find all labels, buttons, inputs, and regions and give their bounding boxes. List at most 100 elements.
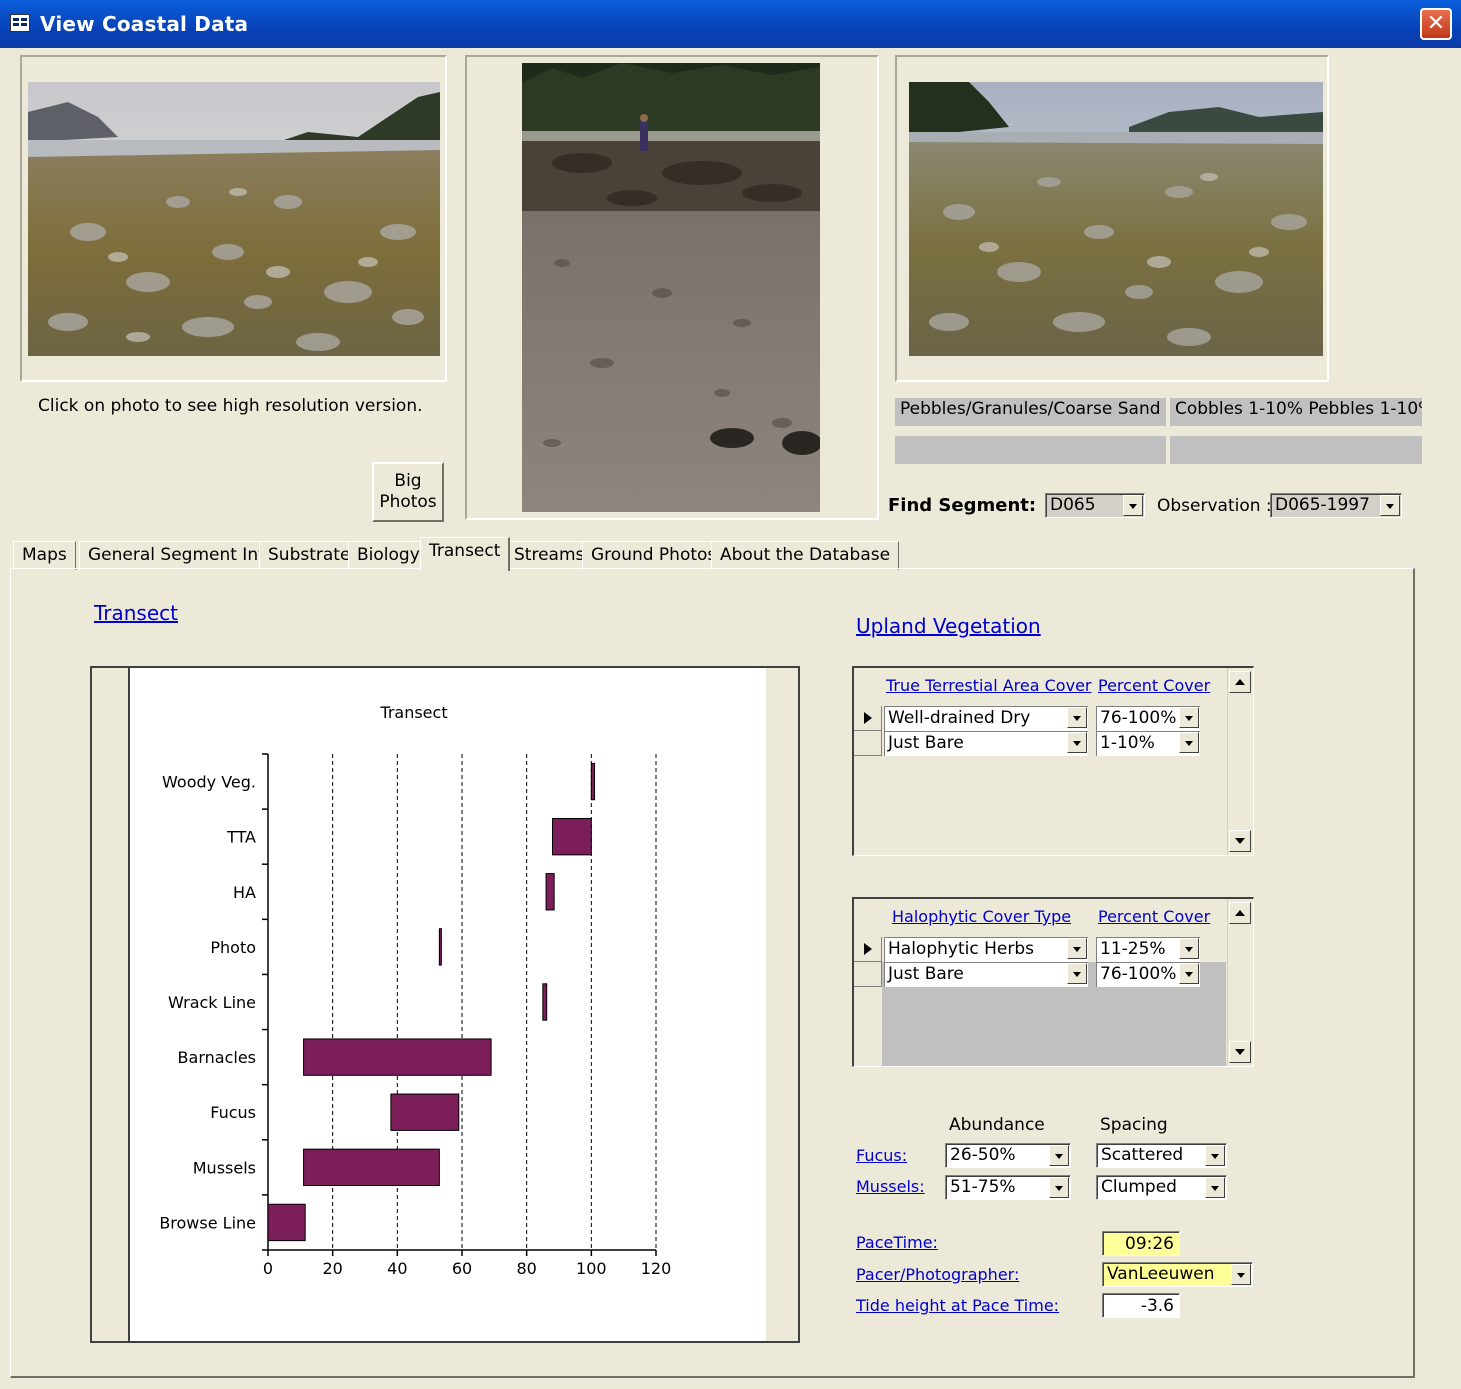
pacetime-field[interactable]: 09:26	[1102, 1231, 1180, 1256]
title-bar[interactable]: View Coastal Data ✕	[0, 0, 1461, 48]
chevron-down-icon[interactable]	[1179, 963, 1199, 984]
transect-bar	[267, 1203, 306, 1242]
photo-frame-center	[465, 55, 879, 520]
tab-ground-photos[interactable]: Ground Photos	[582, 541, 726, 570]
chevron-down-icon[interactable]	[1179, 707, 1199, 728]
chevron-down-icon[interactable]	[1067, 707, 1087, 728]
close-button[interactable]: ✕	[1420, 8, 1452, 40]
terrestrial-cover-subform: True Terrestial Area Cover Percent Cover…	[852, 666, 1254, 856]
transect-bar	[303, 1038, 492, 1076]
record-selector[interactable]	[854, 731, 882, 756]
terrestrial-scrollbar[interactable]	[1227, 668, 1253, 855]
terrestrial-type-dropdown[interactable]	[1060, 706, 1088, 731]
halophytic-type-field[interactable]: Halophytic Herbs	[884, 937, 1088, 962]
beach-photo-center[interactable]	[522, 63, 820, 512]
chevron-down-icon[interactable]	[1123, 495, 1143, 516]
abundance-header: Abundance	[949, 1115, 1045, 1135]
halophytic-pct-header[interactable]: Percent Cover	[1098, 907, 1210, 926]
find-segment-value: D065	[1050, 495, 1096, 515]
photo-hint: Click on photo to see high resolution ve…	[38, 396, 423, 416]
transect-link[interactable]: Transect	[94, 601, 178, 625]
mussels-abundance-combo[interactable]: 51-75%	[945, 1175, 1071, 1200]
record-selector-current[interactable]	[854, 937, 882, 962]
mussels-spacing-combo[interactable]: Clumped	[1096, 1175, 1227, 1200]
tab-general-segment-info[interactable]: General Segment Info	[79, 541, 284, 570]
transect-bar	[552, 817, 592, 856]
tide-height-field[interactable]: -3.6	[1102, 1293, 1180, 1318]
x-tick-label: 120	[641, 1259, 672, 1278]
mussels-link[interactable]: Mussels:	[856, 1177, 925, 1196]
halophytic-pct-value: 76-100%	[1100, 964, 1177, 984]
halophytic-pct-dropdown[interactable]	[1172, 962, 1200, 987]
halophytic-scrollbar[interactable]	[1227, 899, 1253, 1066]
fucus-spacing-value: Scattered	[1101, 1145, 1184, 1165]
terrestrial-type-value: Well-drained Dry	[888, 708, 1031, 728]
scroll-up-icon[interactable]	[1229, 902, 1251, 924]
observation-value: D065-1997	[1275, 495, 1370, 515]
halophytic-pct-dropdown[interactable]	[1172, 937, 1200, 962]
fucus-abundance-value: 26-50%	[950, 1145, 1016, 1165]
halophytic-type-value: Halophytic Herbs	[888, 939, 1034, 959]
terrestrial-pct-dropdown[interactable]	[1172, 706, 1200, 731]
chevron-down-icon[interactable]	[1380, 495, 1400, 516]
observation-label: Observation :	[1157, 496, 1272, 516]
halophytic-type-dropdown[interactable]	[1060, 937, 1088, 962]
chevron-down-icon[interactable]	[1179, 732, 1199, 753]
transect-bar	[303, 1148, 440, 1187]
pacetime-link[interactable]: PaceTime:	[856, 1233, 938, 1252]
terrestrial-pct-header[interactable]: Percent Cover	[1098, 676, 1210, 695]
tab-streams[interactable]: Streams	[505, 541, 594, 570]
chevron-down-icon[interactable]	[1067, 963, 1087, 984]
category-label: Mussels	[193, 1158, 256, 1177]
x-tick-label: 0	[263, 1259, 273, 1278]
terrestrial-col-header[interactable]: True Terrestial Area Cover	[886, 676, 1091, 695]
chevron-down-icon[interactable]	[1205, 1145, 1225, 1166]
halophytic-cover-subform: Halophytic Cover Type Percent Cover Halo…	[852, 897, 1254, 1067]
big-photos-button[interactable]: Big Photos	[372, 462, 444, 522]
fucus-abundance-combo[interactable]: 26-50%	[945, 1143, 1071, 1168]
tab-maps[interactable]: Maps	[13, 541, 76, 570]
chevron-down-icon[interactable]	[1049, 1177, 1069, 1198]
tab-biology[interactable]: Biology	[348, 541, 429, 570]
terrestrial-pct-dropdown[interactable]	[1172, 731, 1200, 756]
beach-photo-right[interactable]	[909, 82, 1323, 356]
halophytic-pct-value: 11-25%	[1100, 939, 1166, 959]
scroll-down-icon[interactable]	[1229, 830, 1251, 852]
halophytic-type-dropdown[interactable]	[1060, 962, 1088, 987]
category-label: Woody Veg.	[162, 773, 256, 792]
scroll-down-icon[interactable]	[1229, 1041, 1251, 1063]
pacer-photographer-link[interactable]: Pacer/Photographer:	[856, 1265, 1019, 1284]
tab-transect[interactable]: Transect	[420, 537, 511, 571]
find-segment-combo[interactable]: D065	[1045, 493, 1145, 518]
record-selector-current[interactable]	[854, 706, 882, 731]
fucus-spacing-combo[interactable]: Scattered	[1096, 1143, 1227, 1168]
tide-height-link[interactable]: Tide height at Pace Time:	[856, 1296, 1059, 1315]
photo-frame-left	[20, 55, 447, 382]
record-selector[interactable]	[854, 962, 882, 987]
chevron-down-icon[interactable]	[1231, 1264, 1251, 1285]
transect-chart-frame: Transect 0 20 40 60 80 100 120 Woody Veg. TTA HA Ph…	[90, 666, 800, 1343]
pacer-photographer-combo[interactable]: VanLeeuwen	[1102, 1262, 1253, 1287]
window-title: View Coastal Data	[40, 12, 249, 36]
terrestrial-type-field[interactable]: Well-drained Dry	[884, 706, 1088, 731]
halophytic-type-field[interactable]: Just Bare	[884, 962, 1088, 987]
tab-substrate[interactable]: Substrate	[259, 541, 360, 570]
halophytic-col-header[interactable]: Halophytic Cover Type	[892, 907, 1071, 926]
chevron-down-icon[interactable]	[1049, 1145, 1069, 1166]
tab-about-database[interactable]: About the Database	[711, 541, 900, 570]
category-label: TTA	[226, 828, 256, 847]
mussels-spacing-value: Clumped	[1101, 1177, 1177, 1197]
chevron-down-icon[interactable]	[1205, 1177, 1225, 1198]
observation-combo[interactable]: D065-1997	[1270, 493, 1402, 518]
terrestrial-type-field[interactable]: Just Bare	[884, 731, 1088, 756]
form-icon	[10, 14, 30, 32]
transect-bar	[542, 983, 548, 1021]
scroll-up-icon[interactable]	[1229, 671, 1251, 693]
upland-vegetation-link[interactable]: Upland Vegetation	[856, 614, 1041, 638]
chevron-down-icon[interactable]	[1067, 938, 1087, 959]
chevron-down-icon[interactable]	[1067, 732, 1087, 753]
beach-photo-left[interactable]	[28, 82, 440, 356]
fucus-link[interactable]: Fucus:	[856, 1146, 907, 1165]
terrestrial-type-dropdown[interactable]	[1060, 731, 1088, 756]
chevron-down-icon[interactable]	[1179, 938, 1199, 959]
